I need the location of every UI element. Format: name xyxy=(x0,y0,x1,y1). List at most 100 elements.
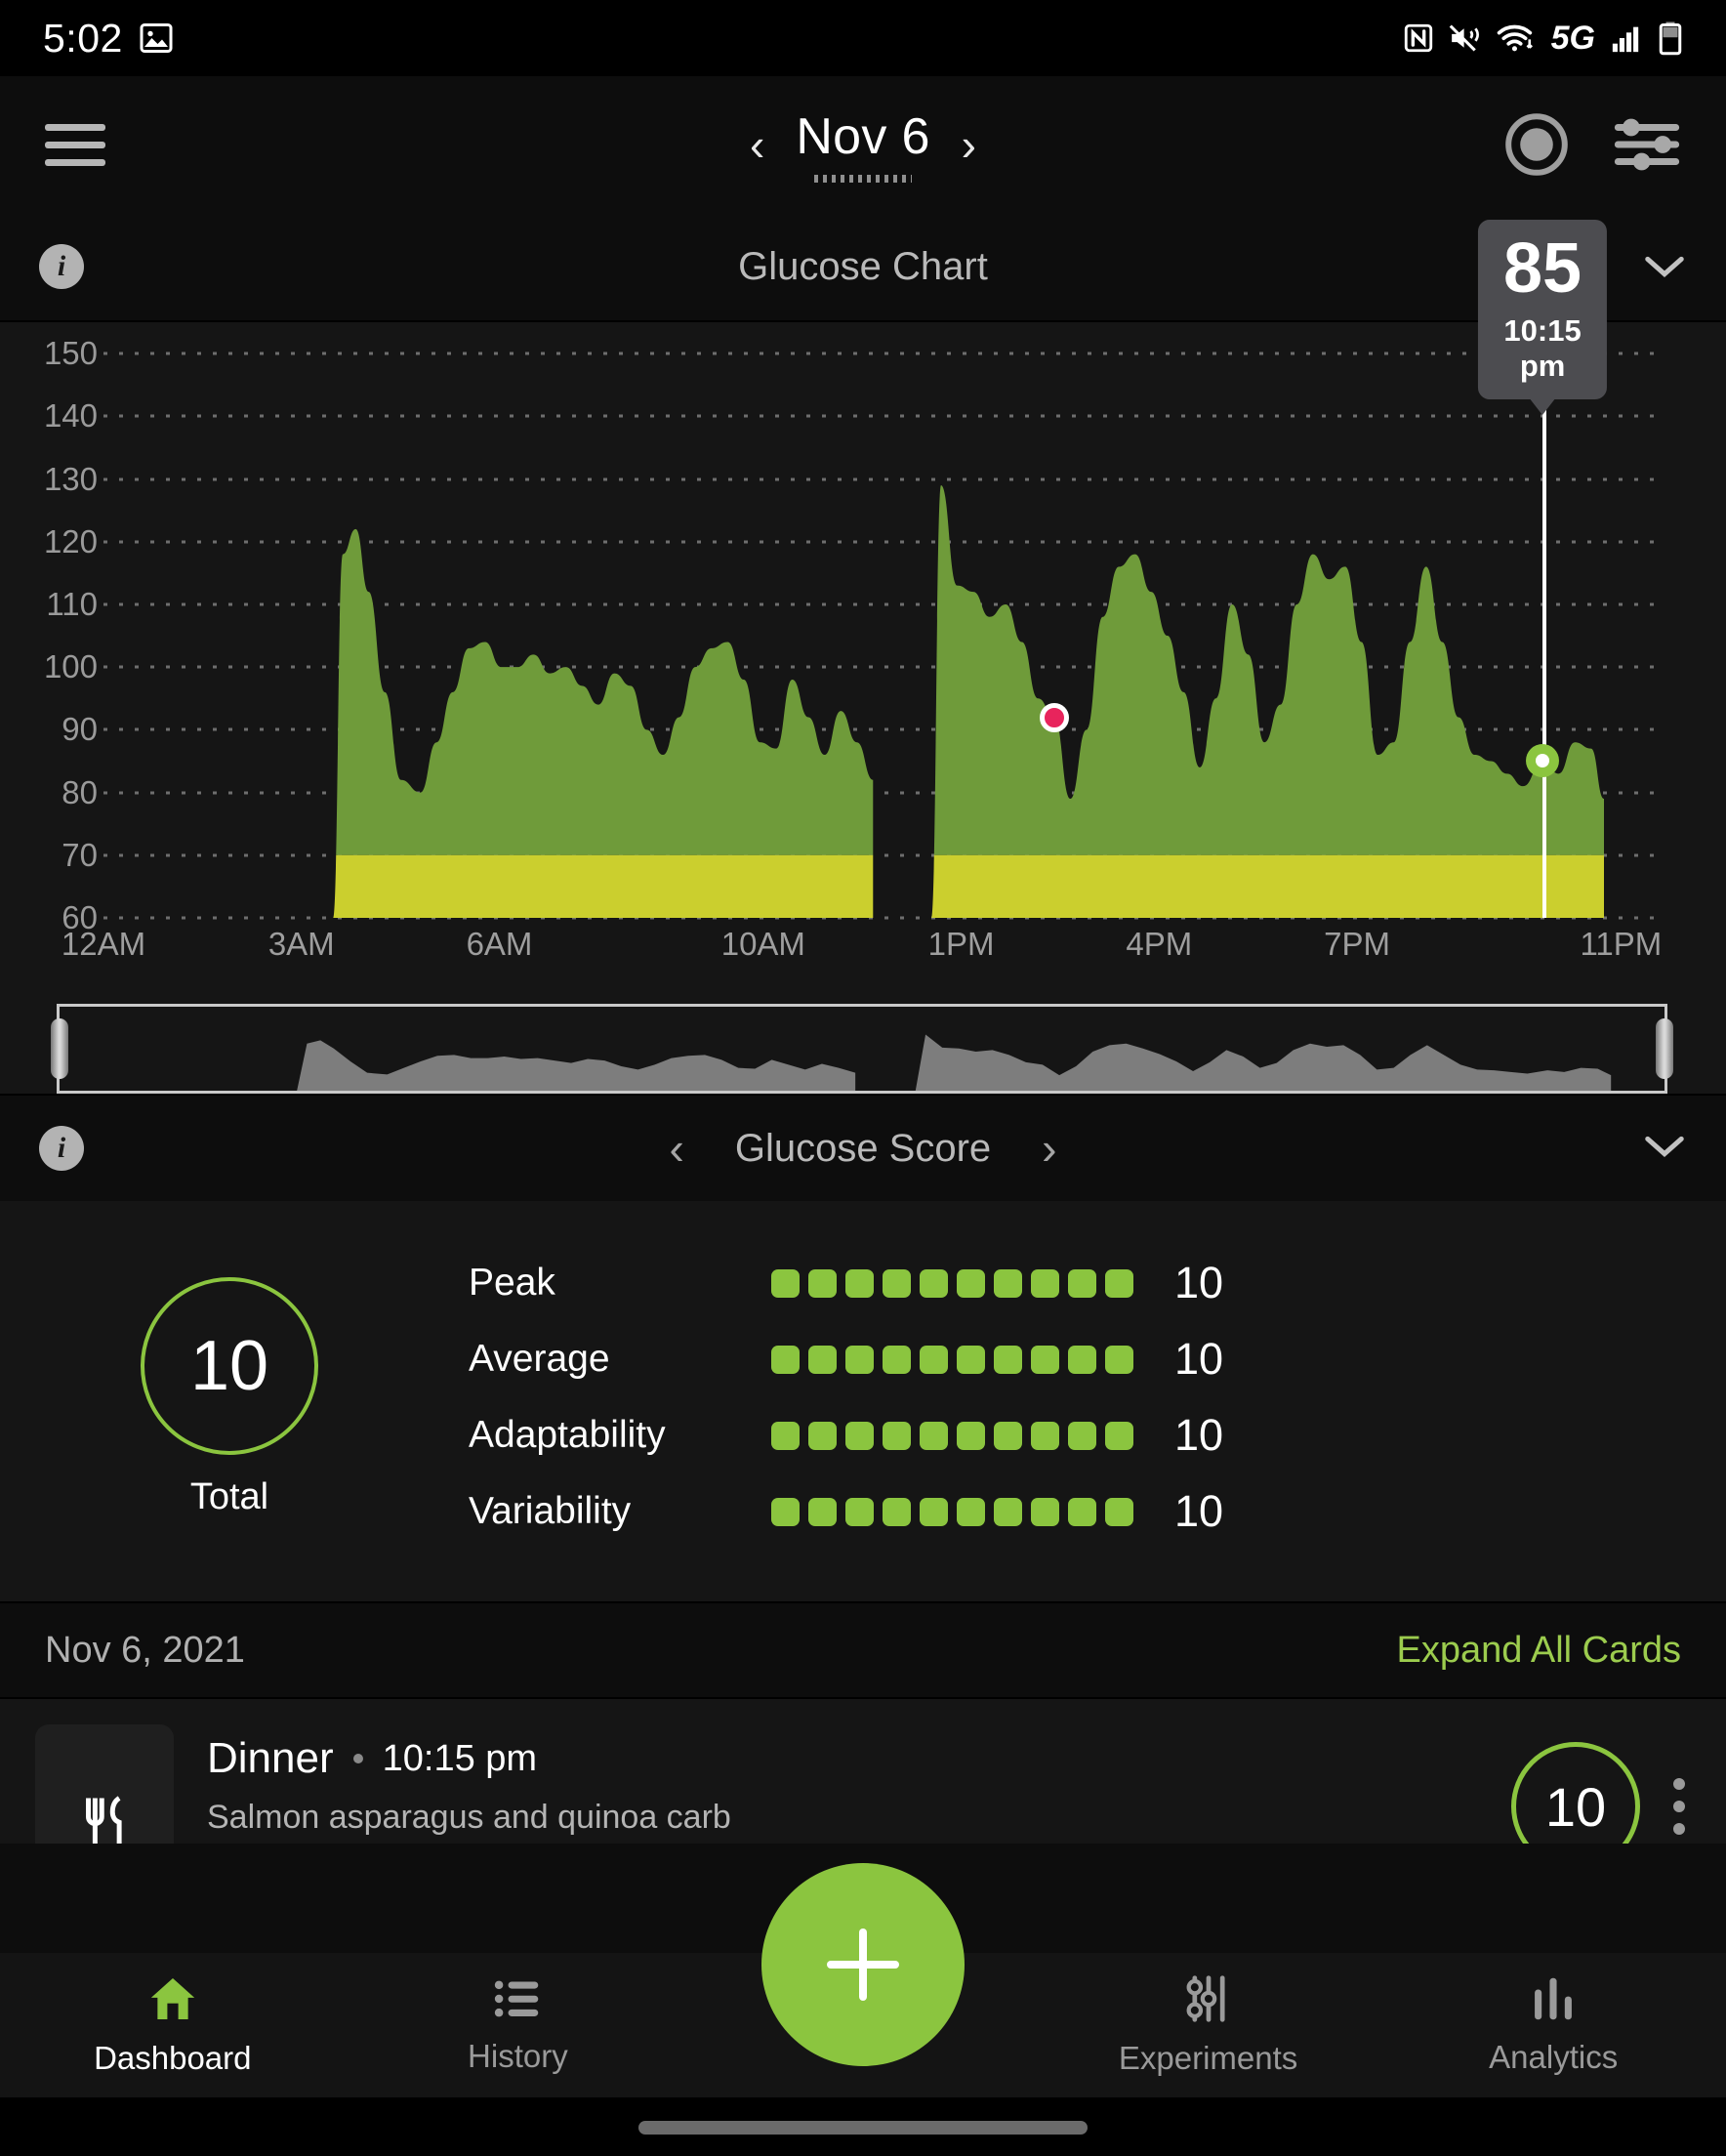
nav-item-experiments[interactable]: Experiments xyxy=(1036,1973,1381,2077)
score-pip xyxy=(920,1345,948,1374)
nfc-icon xyxy=(1404,23,1432,53)
meal-card[interactable]: Dinner 10:15 pm Salmon asparagus and qui… xyxy=(0,1697,1726,1844)
app-root: 5:02 5G ‹ Nov 6 › i Glucose Chart 60 70 … xyxy=(0,0,1726,2156)
score-pip xyxy=(808,1268,837,1298)
nav-label-dashboard: Dashboard xyxy=(94,2040,252,2076)
score-pip xyxy=(1031,1345,1059,1374)
chart-plot-area[interactable]: 85 10:15 pm xyxy=(103,220,1656,920)
battery-icon xyxy=(1659,21,1682,56)
section-date-label: Nov 6, 2021 xyxy=(45,1629,245,1671)
tooltip-time: 10:15 pm xyxy=(1503,313,1582,384)
glucose-score-card-header: i ‹ Glucose Score › xyxy=(0,1094,1726,1201)
score-pip xyxy=(920,1268,948,1298)
nav-item-dashboard[interactable]: Dashboard xyxy=(0,1973,346,2077)
chart-range-scrubber[interactable] xyxy=(51,1004,1673,1094)
score-pip xyxy=(920,1421,948,1450)
score-pip xyxy=(883,1268,911,1298)
score-pip xyxy=(994,1345,1022,1374)
chart-cursor-line[interactable] xyxy=(1542,405,1547,918)
score-metric-label: Peak xyxy=(469,1262,555,1304)
meal-score-value: 10 xyxy=(1544,1775,1607,1838)
current-date-label: Nov 6 xyxy=(796,107,930,165)
scrubber-handle-right[interactable] xyxy=(1656,1018,1673,1079)
meal-card-actions: 10 xyxy=(1511,1724,1691,1844)
kebab-menu-icon[interactable] xyxy=(1667,1778,1691,1835)
app-bar: ‹ Nov 6 › xyxy=(0,76,1726,213)
score-pip xyxy=(1105,1345,1133,1374)
event-marker-icon[interactable] xyxy=(1039,702,1069,732)
x-axis-tick-label: 7PM xyxy=(1324,926,1391,962)
x-axis-tick-label: 6AM xyxy=(466,926,533,962)
home-icon xyxy=(150,1978,194,2019)
current-reading-marker[interactable] xyxy=(1526,744,1560,778)
chevron-down-icon[interactable] xyxy=(1642,1132,1687,1161)
score-metric-label: Adaptability xyxy=(469,1414,666,1456)
x-axis-tick-label: 10AM xyxy=(720,926,805,962)
scrubber-series-area xyxy=(297,1040,856,1091)
score-pip xyxy=(808,1421,837,1450)
bar-chart-icon xyxy=(1535,1977,1573,2020)
chart-series-area xyxy=(333,528,874,918)
chart-x-axis: 12AM 3AM 6AM 10AM 1PM 4PM 7PM 11PM xyxy=(62,926,1687,984)
chart-series-area xyxy=(931,484,1604,918)
meal-details: Dinner 10:15 pm Salmon asparagus and qui… xyxy=(207,1724,1478,1837)
app-bar-actions xyxy=(1501,109,1681,180)
y-axis-tick-label: 120 xyxy=(43,522,98,560)
chevron-down-icon[interactable] xyxy=(1642,252,1687,281)
status-bar-time: 5:02 xyxy=(43,15,123,61)
glucose-score-title: Glucose Score xyxy=(734,1126,992,1170)
chevron-left-icon[interactable]: ‹ xyxy=(670,1126,684,1171)
score-pip xyxy=(1031,1268,1059,1298)
chevron-right-icon[interactable]: › xyxy=(1042,1126,1056,1171)
score-pip xyxy=(883,1497,911,1526)
score-metric-label: Average xyxy=(469,1338,610,1380)
nav-item-history[interactable]: History xyxy=(346,1975,691,2075)
record-icon[interactable] xyxy=(1501,109,1572,180)
score-metrics-list: Peak 10 Average 10 Adaptability 10 Variability… xyxy=(469,1258,1687,1537)
score-pip xyxy=(1105,1497,1133,1526)
sliders-icon[interactable] xyxy=(1613,115,1681,174)
date-section-row: Nov 6, 2021 Expand All Cards xyxy=(0,1601,1726,1697)
meal-title: Dinner xyxy=(207,1734,334,1782)
score-pip xyxy=(1031,1497,1059,1526)
glucose-chart-title: Glucose Chart xyxy=(738,244,988,288)
date-display[interactable]: Nov 6 xyxy=(796,107,929,183)
meal-score-ring: 10 xyxy=(1511,1742,1640,1844)
score-metric-row: Adaptability 10 xyxy=(469,1410,1687,1461)
y-axis-tick-label: 90 xyxy=(62,711,98,748)
tooltip-value: 85 xyxy=(1503,229,1582,309)
signal-bars-icon xyxy=(1612,26,1639,53)
score-metric-value: 10 xyxy=(1174,1334,1224,1384)
hamburger-menu-icon[interactable] xyxy=(45,123,105,166)
y-axis-tick-label: 70 xyxy=(62,836,98,873)
chart-area-series xyxy=(333,484,1604,918)
nav-label-analytics: Analytics xyxy=(1489,2039,1619,2075)
gesture-bar[interactable] xyxy=(638,2121,1088,2135)
chevron-left-icon[interactable]: ‹ xyxy=(750,122,764,167)
chevron-right-icon[interactable]: › xyxy=(962,122,976,167)
x-axis-tick-label: 1PM xyxy=(927,926,995,962)
meal-description: Salmon asparagus and quinoa carb xyxy=(207,1799,731,1836)
y-axis-tick-label: 150 xyxy=(43,335,98,372)
list-icon xyxy=(495,1980,539,2017)
score-metric-pips xyxy=(771,1497,1133,1526)
score-pip xyxy=(957,1497,985,1526)
score-pip xyxy=(845,1421,874,1450)
glucose-chart[interactable]: 60 70 80 90 100 110 120 130 140 150 85 10:15 pm 1… xyxy=(0,220,1726,996)
score-pip xyxy=(957,1268,985,1298)
nav-item-analytics[interactable]: Analytics xyxy=(1380,1974,1726,2076)
separator-dot-icon xyxy=(352,1754,363,1763)
date-navigator: ‹ Nov 6 › xyxy=(0,76,1726,213)
score-pip xyxy=(845,1497,874,1526)
add-entry-button[interactable] xyxy=(761,1863,965,2066)
score-pip xyxy=(771,1345,800,1374)
expand-all-cards-button[interactable]: Expand All Cards xyxy=(1397,1630,1682,1672)
score-pip xyxy=(994,1497,1022,1526)
score-pip xyxy=(994,1268,1022,1298)
scrubber-series-area xyxy=(915,1034,1612,1091)
scrubber-handle-left[interactable] xyxy=(51,1018,68,1079)
score-pip xyxy=(957,1421,985,1450)
vibrate-mute-icon xyxy=(1449,24,1479,52)
chart-y-axis: 60 70 80 90 100 110 120 130 140 150 xyxy=(0,322,98,935)
glucose-score-nav: ‹ Glucose Score › xyxy=(0,1126,1726,1171)
